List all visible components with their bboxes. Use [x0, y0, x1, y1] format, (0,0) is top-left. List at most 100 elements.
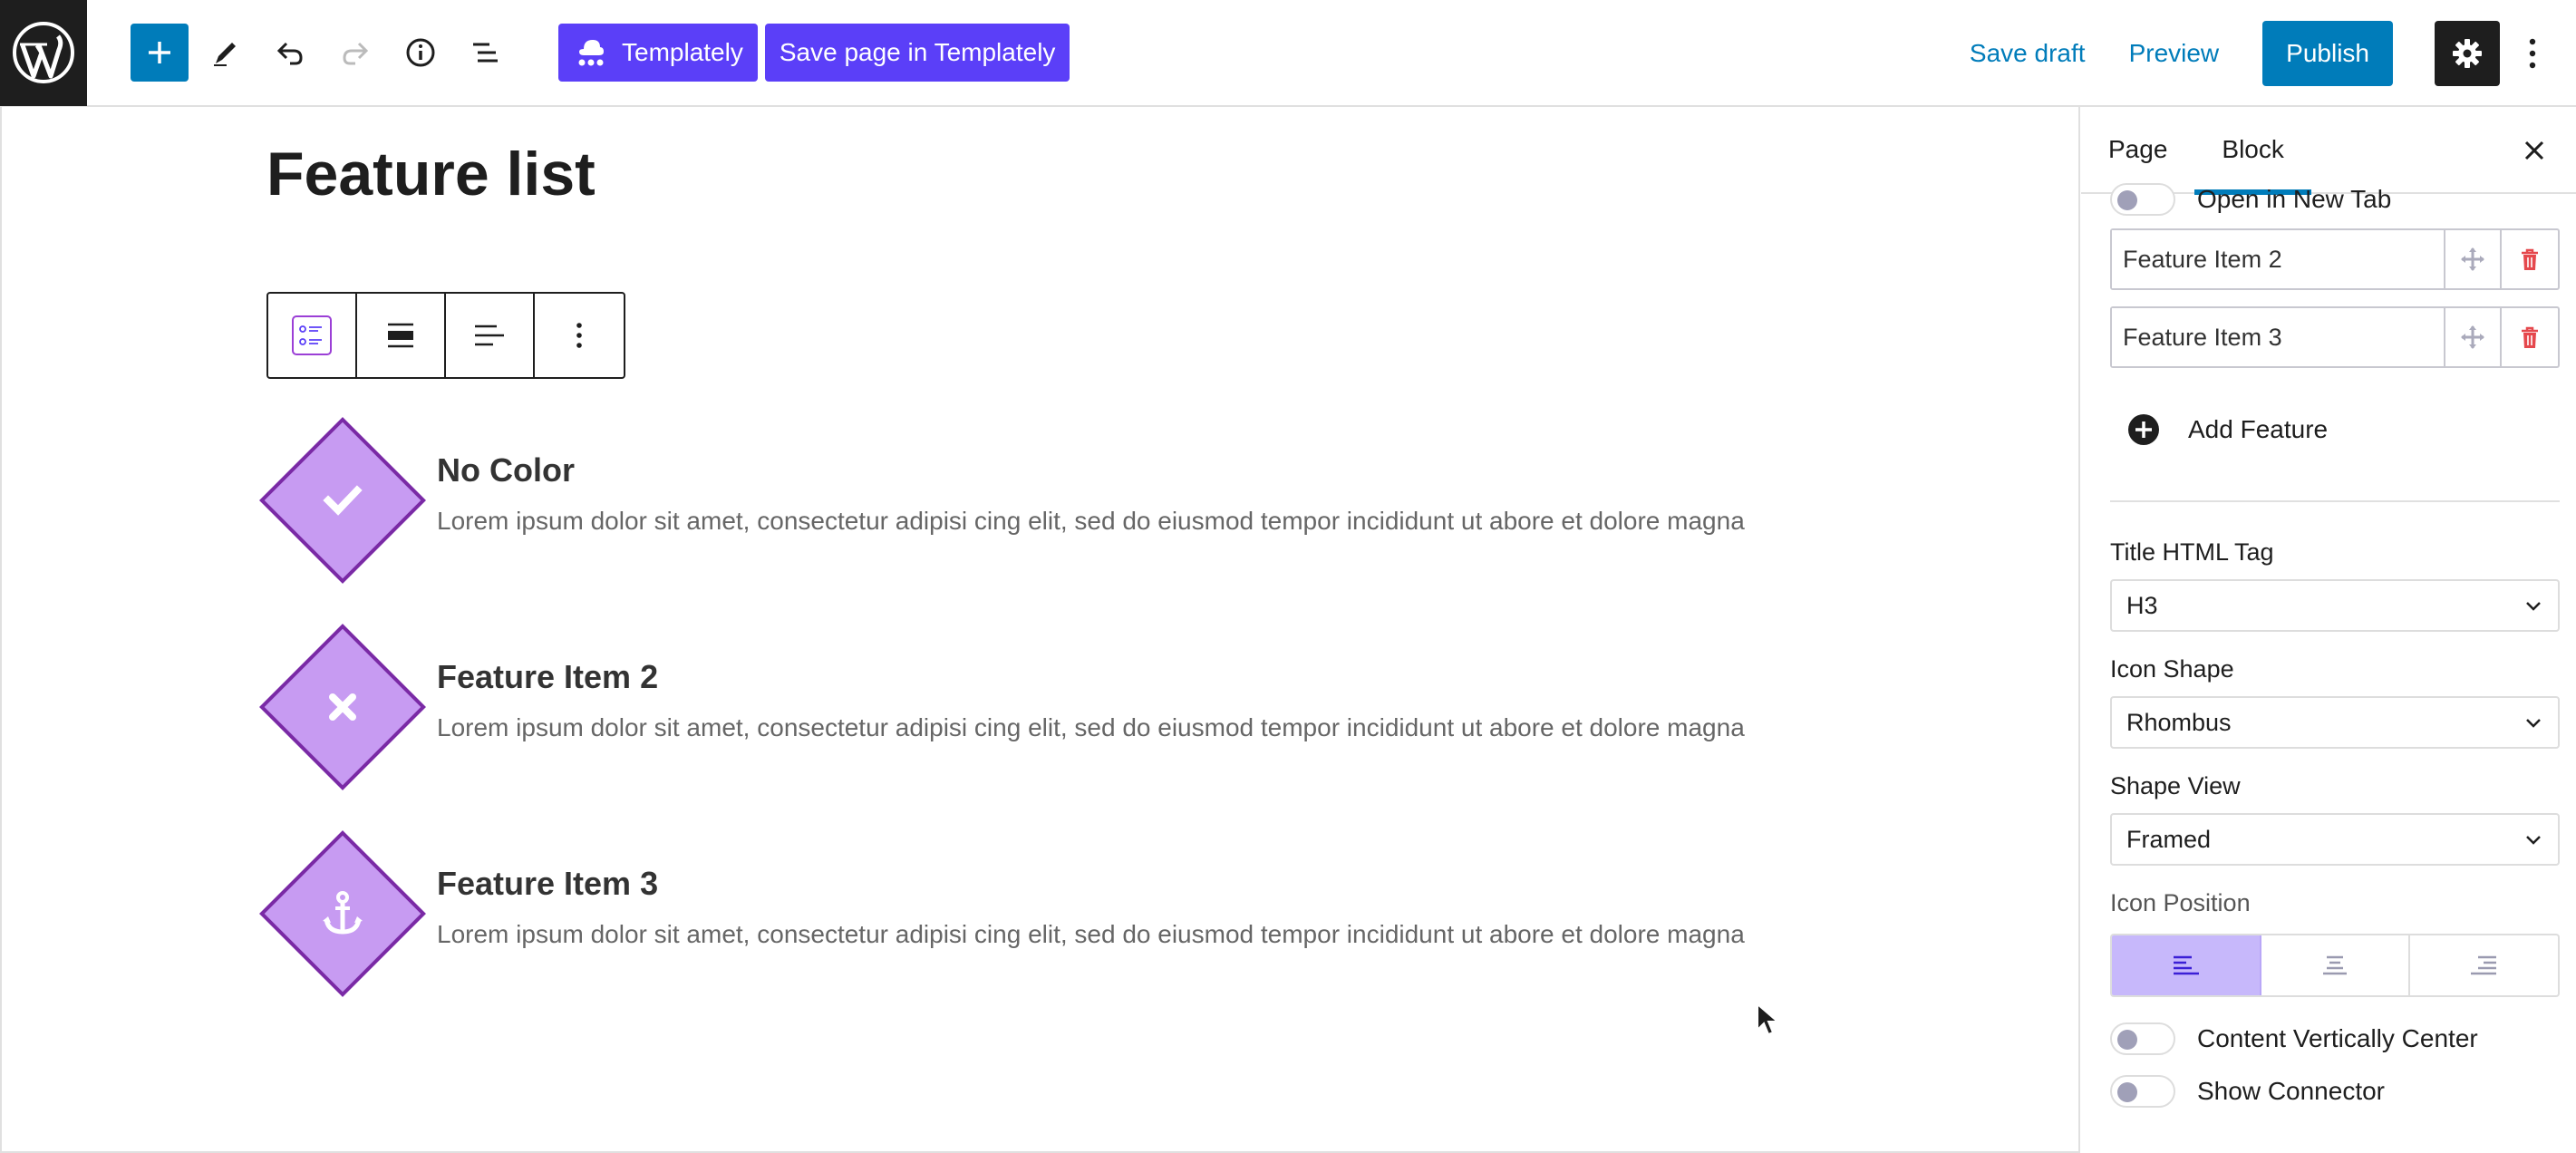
drag-handle[interactable] [2445, 308, 2502, 366]
tools-button[interactable] [196, 24, 254, 82]
move-icon [2461, 325, 2484, 349]
wordpress-icon [13, 22, 74, 83]
redo-button[interactable] [326, 24, 384, 82]
feature-item[interactable]: Feature Item 3 Lorem ipsum dolor sit ame… [259, 830, 1746, 1037]
feature-title: Feature Item 3 [437, 865, 659, 902]
save-in-templately-label: Save page in Templately [779, 38, 1056, 66]
close-sidebar-button[interactable] [2513, 129, 2556, 172]
gear-icon [2453, 39, 2482, 68]
icon-position-center-button[interactable] [2261, 935, 2411, 995]
align-left-icon [2174, 955, 2200, 975]
options-menu-button[interactable] [2514, 21, 2551, 86]
close-icon [2524, 140, 2544, 160]
chevron-down-icon [2526, 602, 2541, 611]
show-connector-row: Show Connector [2110, 1066, 2560, 1117]
anchor-icon [323, 891, 363, 935]
publish-label: Publish [2286, 39, 2369, 67]
publish-button[interactable]: Publish [2262, 21, 2393, 86]
feature-item[interactable]: No Color Lorem ipsum dolor sit amet, con… [259, 417, 1746, 624]
delete-item-button[interactable] [2502, 308, 2558, 366]
list-view-button[interactable] [457, 24, 515, 82]
shape-view-value: Framed [2126, 825, 2212, 853]
chevron-down-icon [2526, 836, 2541, 845]
delete-item-button[interactable] [2502, 230, 2558, 288]
repeater-item-label[interactable]: Feature Item 3 [2112, 308, 2445, 366]
align-wide-icon [388, 323, 413, 348]
save-draft-button[interactable]: Save draft [1970, 39, 2086, 68]
icon-position-group [2110, 934, 2560, 997]
editor-header: Templately Save page in Templately Save … [0, 0, 2576, 107]
align-center-icon [2323, 955, 2347, 975]
feature-description: Lorem ipsum dolor sit amet, consectetur … [437, 920, 1745, 948]
kebab-icon [2529, 38, 2536, 69]
icon-shape-select[interactable]: Rhombus [2110, 696, 2560, 749]
block-toolbar [266, 292, 625, 379]
chevron-down-icon [2526, 719, 2541, 728]
wordpress-logo[interactable] [0, 0, 87, 106]
title-html-tag-value: H3 [2126, 591, 2158, 619]
feature-icon-rhombus [259, 417, 426, 584]
trash-icon [2522, 248, 2538, 270]
icon-position-left-button[interactable] [2112, 935, 2261, 995]
feature-title: Feature Item 2 [437, 658, 659, 695]
check-icon [323, 485, 363, 516]
open-new-tab-toggle[interactable] [2110, 183, 2175, 216]
add-block-button[interactable] [131, 24, 189, 82]
undo-button[interactable] [261, 24, 319, 82]
mouse-cursor-icon [1757, 1003, 1780, 1036]
list-view-icon [473, 43, 498, 63]
block-align-button[interactable] [357, 294, 446, 377]
repeater-item: Feature Item 3 [2110, 306, 2560, 368]
open-new-tab-row: Open in New Tab [2110, 174, 2560, 225]
shape-view-label: Shape View [2110, 772, 2241, 799]
plus-circle-icon [2128, 414, 2159, 445]
feature-icon-rhombus [259, 624, 426, 790]
plus-icon [149, 42, 170, 63]
move-icon [2461, 247, 2484, 271]
align-left-icon [475, 325, 504, 346]
icon-position-right-button[interactable] [2410, 935, 2558, 995]
preview-button[interactable]: Preview [2129, 39, 2220, 68]
align-right-icon [2470, 955, 2496, 975]
add-feature-button[interactable]: Add Feature [2110, 402, 2560, 457]
undo-icon [276, 42, 303, 65]
kebab-icon [576, 323, 582, 348]
title-html-tag-select[interactable]: H3 [2110, 579, 2560, 632]
add-feature-label: Add Feature [2188, 415, 2329, 443]
block-type-button[interactable] [268, 294, 357, 377]
info-icon [406, 38, 435, 67]
details-button[interactable] [392, 24, 450, 82]
icon-shape-label: Icon Shape [2110, 655, 2234, 683]
trash-icon [2522, 326, 2538, 348]
feature-item[interactable]: Feature Item 2 Lorem ipsum dolor sit ame… [259, 624, 1746, 830]
settings-button[interactable] [2435, 21, 2500, 86]
show-connector-label: Show Connector [2197, 1077, 2386, 1105]
divider [2110, 500, 2560, 502]
templately-icon [578, 40, 604, 66]
feature-description: Lorem ipsum dolor sit amet, consectetur … [437, 507, 1745, 535]
icon-position-label: Icon Position [2110, 889, 2251, 916]
repeater-item-label[interactable]: Feature Item 2 [2112, 230, 2445, 288]
feature-list: No Color Lorem ipsum dolor sit amet, con… [259, 417, 1746, 1037]
content-vertical-center-toggle[interactable] [2110, 1022, 2175, 1055]
content-vertical-center-label: Content Vertically Center [2197, 1024, 2478, 1052]
shape-view-select[interactable]: Framed [2110, 813, 2560, 866]
save-in-templately-button[interactable]: Save page in Templately [764, 24, 1070, 82]
open-new-tab-label: Open in New Tab [2197, 185, 2392, 213]
pencil-icon [214, 43, 236, 66]
feature-icon-rhombus [259, 830, 426, 997]
page-title[interactable]: Feature list [266, 143, 596, 205]
drag-handle[interactable] [2445, 230, 2502, 288]
block-options-button[interactable] [535, 294, 624, 377]
redo-icon [343, 42, 369, 65]
repeater-item: Feature Item 2 [2110, 228, 2560, 290]
templately-button[interactable]: Templately [558, 24, 758, 82]
show-connector-toggle[interactable] [2110, 1075, 2175, 1108]
times-icon [329, 693, 356, 721]
icon-shape-value: Rhombus [2126, 708, 2232, 736]
content-vertical-center-row: Content Vertically Center [2110, 1012, 2560, 1066]
text-align-button[interactable] [446, 294, 535, 377]
feature-description: Lorem ipsum dolor sit amet, consectetur … [437, 713, 1745, 741]
block-settings-panel: Open in New Tab Feature Item 2 Feature I… [2110, 183, 2560, 1117]
feature-list-block-icon [292, 315, 332, 355]
